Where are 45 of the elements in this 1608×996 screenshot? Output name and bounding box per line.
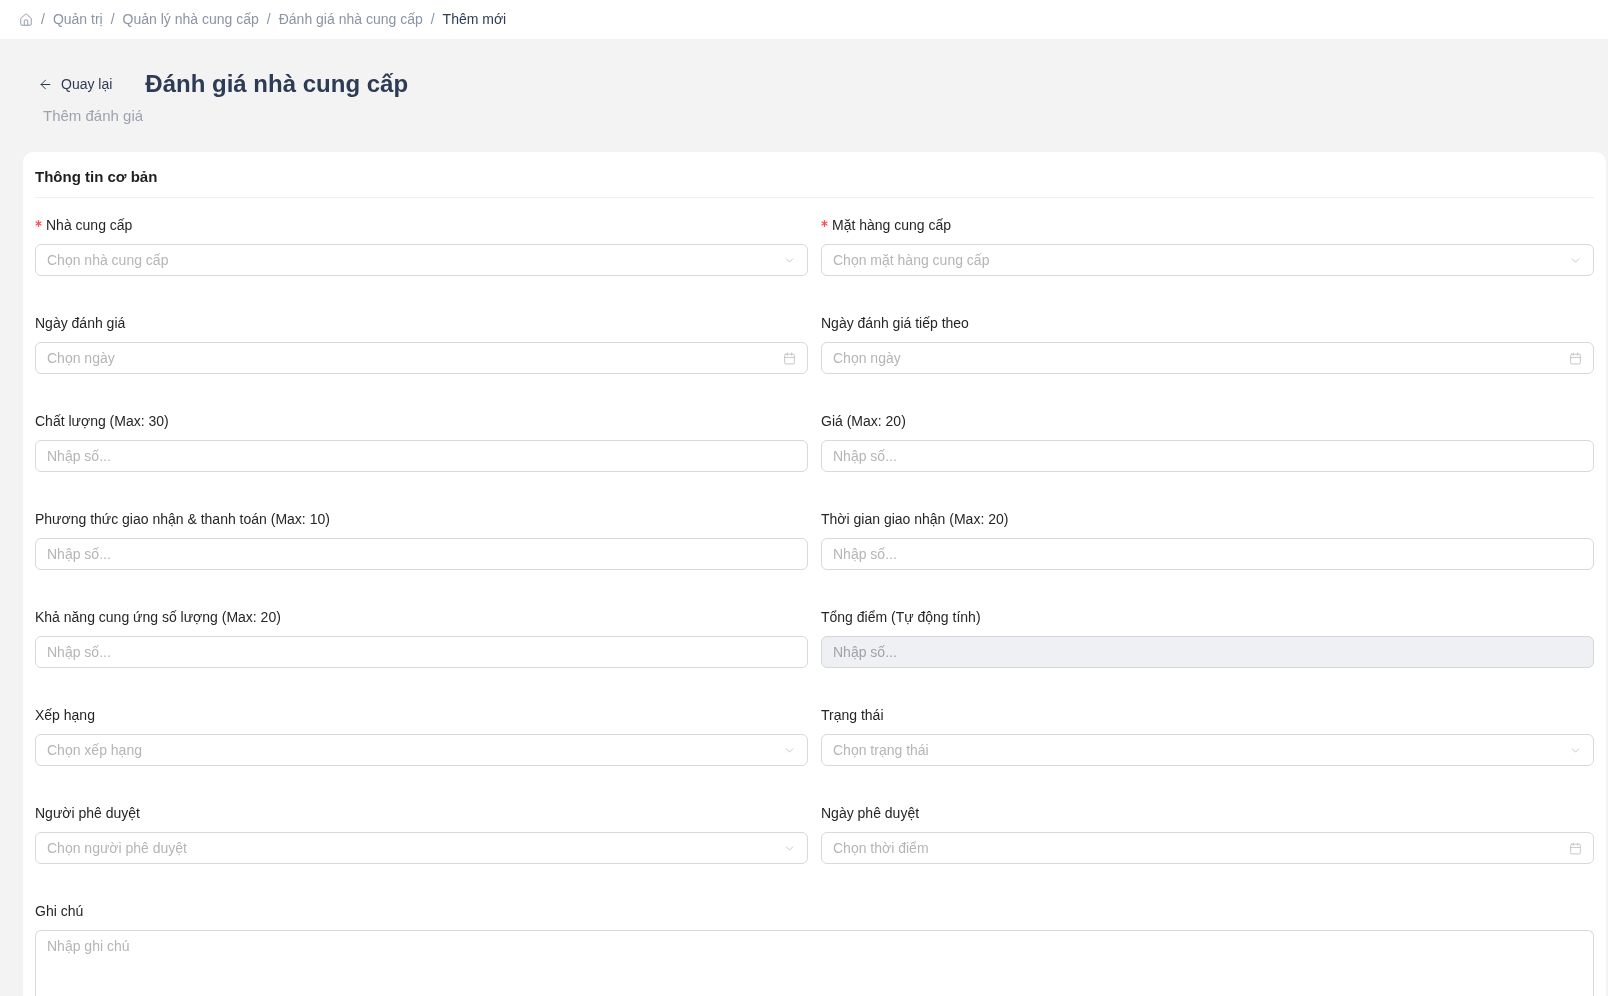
input-field[interactable]: Nhập số... <box>35 538 808 570</box>
breadcrumb-link[interactable]: Quản trị <box>52 9 103 30</box>
breadcrumb-separator: / <box>110 10 115 29</box>
date-field[interactable]: Chọn thời điểm <box>821 832 1594 864</box>
home-icon[interactable] <box>19 12 33 27</box>
dropdown-field[interactable]: Chọn mặt hàng cung cấp <box>821 244 1594 276</box>
date-field[interactable]: Chọn ngày <box>821 342 1594 374</box>
field-label: Ngày đánh giá <box>35 314 126 333</box>
breadcrumb-separator: / <box>266 10 271 29</box>
input-field[interactable]: Nhập số... <box>821 538 1594 570</box>
calendar-icon <box>1569 352 1582 365</box>
input-field[interactable]: Nhập số... <box>821 440 1594 472</box>
field-label: Thời gian giao nhận (Max: 20) <box>821 510 1009 529</box>
field-label: Người phê duyệt <box>35 804 140 823</box>
dropdown-field[interactable]: Chọn người phê duyệt <box>35 832 808 864</box>
textarea-field[interactable]: Nhập ghi chú <box>35 930 1594 996</box>
field-label: Trạng thái <box>821 706 884 725</box>
field-label: Tổng điểm (Tự động tính) <box>821 608 981 627</box>
back-button[interactable]: Quay lại <box>38 73 113 95</box>
field-label: Ngày đánh giá tiếp theo <box>821 314 969 333</box>
section-title: Thông tin cơ bản <box>35 167 158 187</box>
field-label: Khả năng cung ứng số lượng (Max: 20) <box>35 608 281 627</box>
calendar-icon <box>783 352 796 365</box>
calendar-icon <box>1569 842 1582 855</box>
field-label: Giá (Max: 20) <box>821 412 906 431</box>
dropdown-field[interactable]: Chọn xếp hạng <box>35 734 808 766</box>
field-label: Nhà cung cấp <box>46 216 133 235</box>
breadcrumb-separator: / <box>41 10 45 29</box>
page-subtitle: Thêm đánh giá <box>43 106 144 126</box>
breadcrumb-link[interactable]: Quản lý nhà cung cấp <box>122 9 259 30</box>
date-field[interactable]: Chọn ngày <box>35 342 808 374</box>
breadcrumb-separator: / <box>430 10 435 29</box>
dropdown-field[interactable]: Chọn nhà cung cấp <box>35 244 808 276</box>
field-label: Mặt hàng cung cấp <box>832 216 952 235</box>
field-label: Phương thức giao nhận & thanh toán (Max: 10) <box>35 510 330 529</box>
page-title: Đánh giá nhà cung cấp <box>145 69 409 99</box>
breadcrumb-link[interactable]: Đánh giá nhà cung cấp <box>278 9 423 30</box>
field-label: Ngày phê duyệt <box>821 804 920 823</box>
input-field[interactable]: Nhập số... <box>35 440 808 472</box>
input-field[interactable]: Nhập số... <box>35 636 808 668</box>
breadcrumb-current-page: Thêm mới <box>442 10 507 29</box>
field-label: Chất lượng (Max: 30) <box>35 412 169 431</box>
dropdown-field[interactable]: Chọn trạng thái <box>821 734 1594 766</box>
field-label: Xếp hạng <box>35 706 95 725</box>
field-label: Ghi chú <box>35 902 84 921</box>
